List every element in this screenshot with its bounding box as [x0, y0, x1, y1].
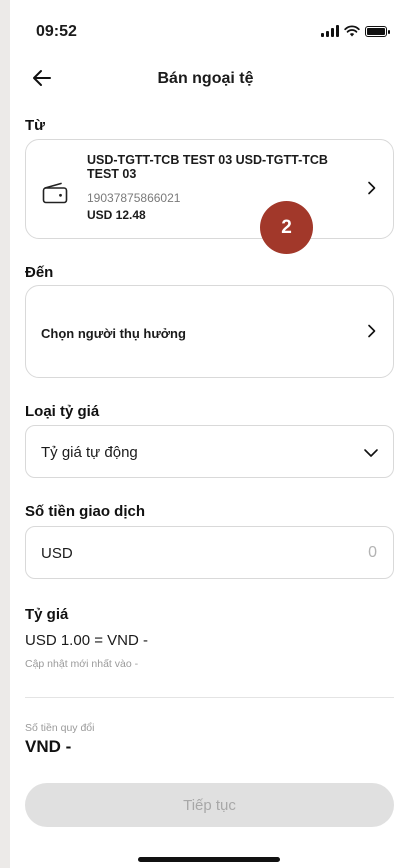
- beneficiary-placeholder: Chọn người thụ hưởng: [41, 326, 186, 341]
- exchange-rate-value: USD 1.00 = VND -: [25, 632, 148, 649]
- continue-button[interactable]: Tiếp tục: [25, 783, 394, 827]
- rate-type-select[interactable]: Tỷ giá tự động: [25, 425, 394, 478]
- status-bar: 09:52: [10, 0, 401, 60]
- home-indicator: [138, 857, 280, 862]
- status-icons: [321, 25, 390, 37]
- page-title: Bán ngoại tệ: [157, 70, 254, 87]
- amount-currency: USD: [41, 545, 73, 562]
- chevron-right-icon: [368, 181, 376, 195]
- battery-icon: [365, 25, 390, 37]
- to-label: Đến: [25, 264, 54, 281]
- account-number: 19037875866021: [87, 191, 181, 205]
- amount-field: USD: [25, 526, 394, 579]
- header: Bán ngoại tệ: [10, 60, 401, 96]
- exchange-rate-label: Tỷ giá: [25, 606, 69, 623]
- chevron-down-icon: [364, 449, 378, 457]
- converted-amount-value: VND -: [25, 737, 72, 756]
- amount-label: Số tiền giao dịch: [25, 503, 146, 520]
- source-account-card[interactable]: USD-TGTT-TCB TEST 03 USD-TGTT-TCB TEST 0…: [25, 139, 394, 239]
- account-balance: USD 12.48: [87, 208, 146, 222]
- step-badge: 2: [260, 201, 313, 254]
- converted-amount-label: Số tiền quy đổi: [25, 722, 95, 734]
- chevron-right-icon: [368, 324, 376, 338]
- signal-icon: [321, 25, 339, 37]
- status-time: 09:52: [36, 23, 77, 40]
- rate-updated-text: Cập nhật mới nhất vào -: [25, 658, 139, 670]
- from-label: Từ: [25, 117, 46, 134]
- account-name: USD-TGTT-TCB TEST 03 USD-TGTT-TCB TEST 0…: [87, 153, 328, 181]
- divider: [25, 697, 394, 698]
- rate-type-label: Loại tỷ giá: [25, 403, 100, 420]
- amount-input[interactable]: [177, 540, 377, 566]
- beneficiary-selector[interactable]: Chọn người thụ hưởng: [25, 285, 394, 378]
- rate-type-value: Tỷ giá tự động: [41, 444, 138, 461]
- wallet-icon: [42, 182, 68, 204]
- app-screen: 09:52 Bán ngoại tệ Từ USD-TGTT-TCB TEST …: [10, 0, 401, 868]
- wifi-icon: [344, 25, 360, 37]
